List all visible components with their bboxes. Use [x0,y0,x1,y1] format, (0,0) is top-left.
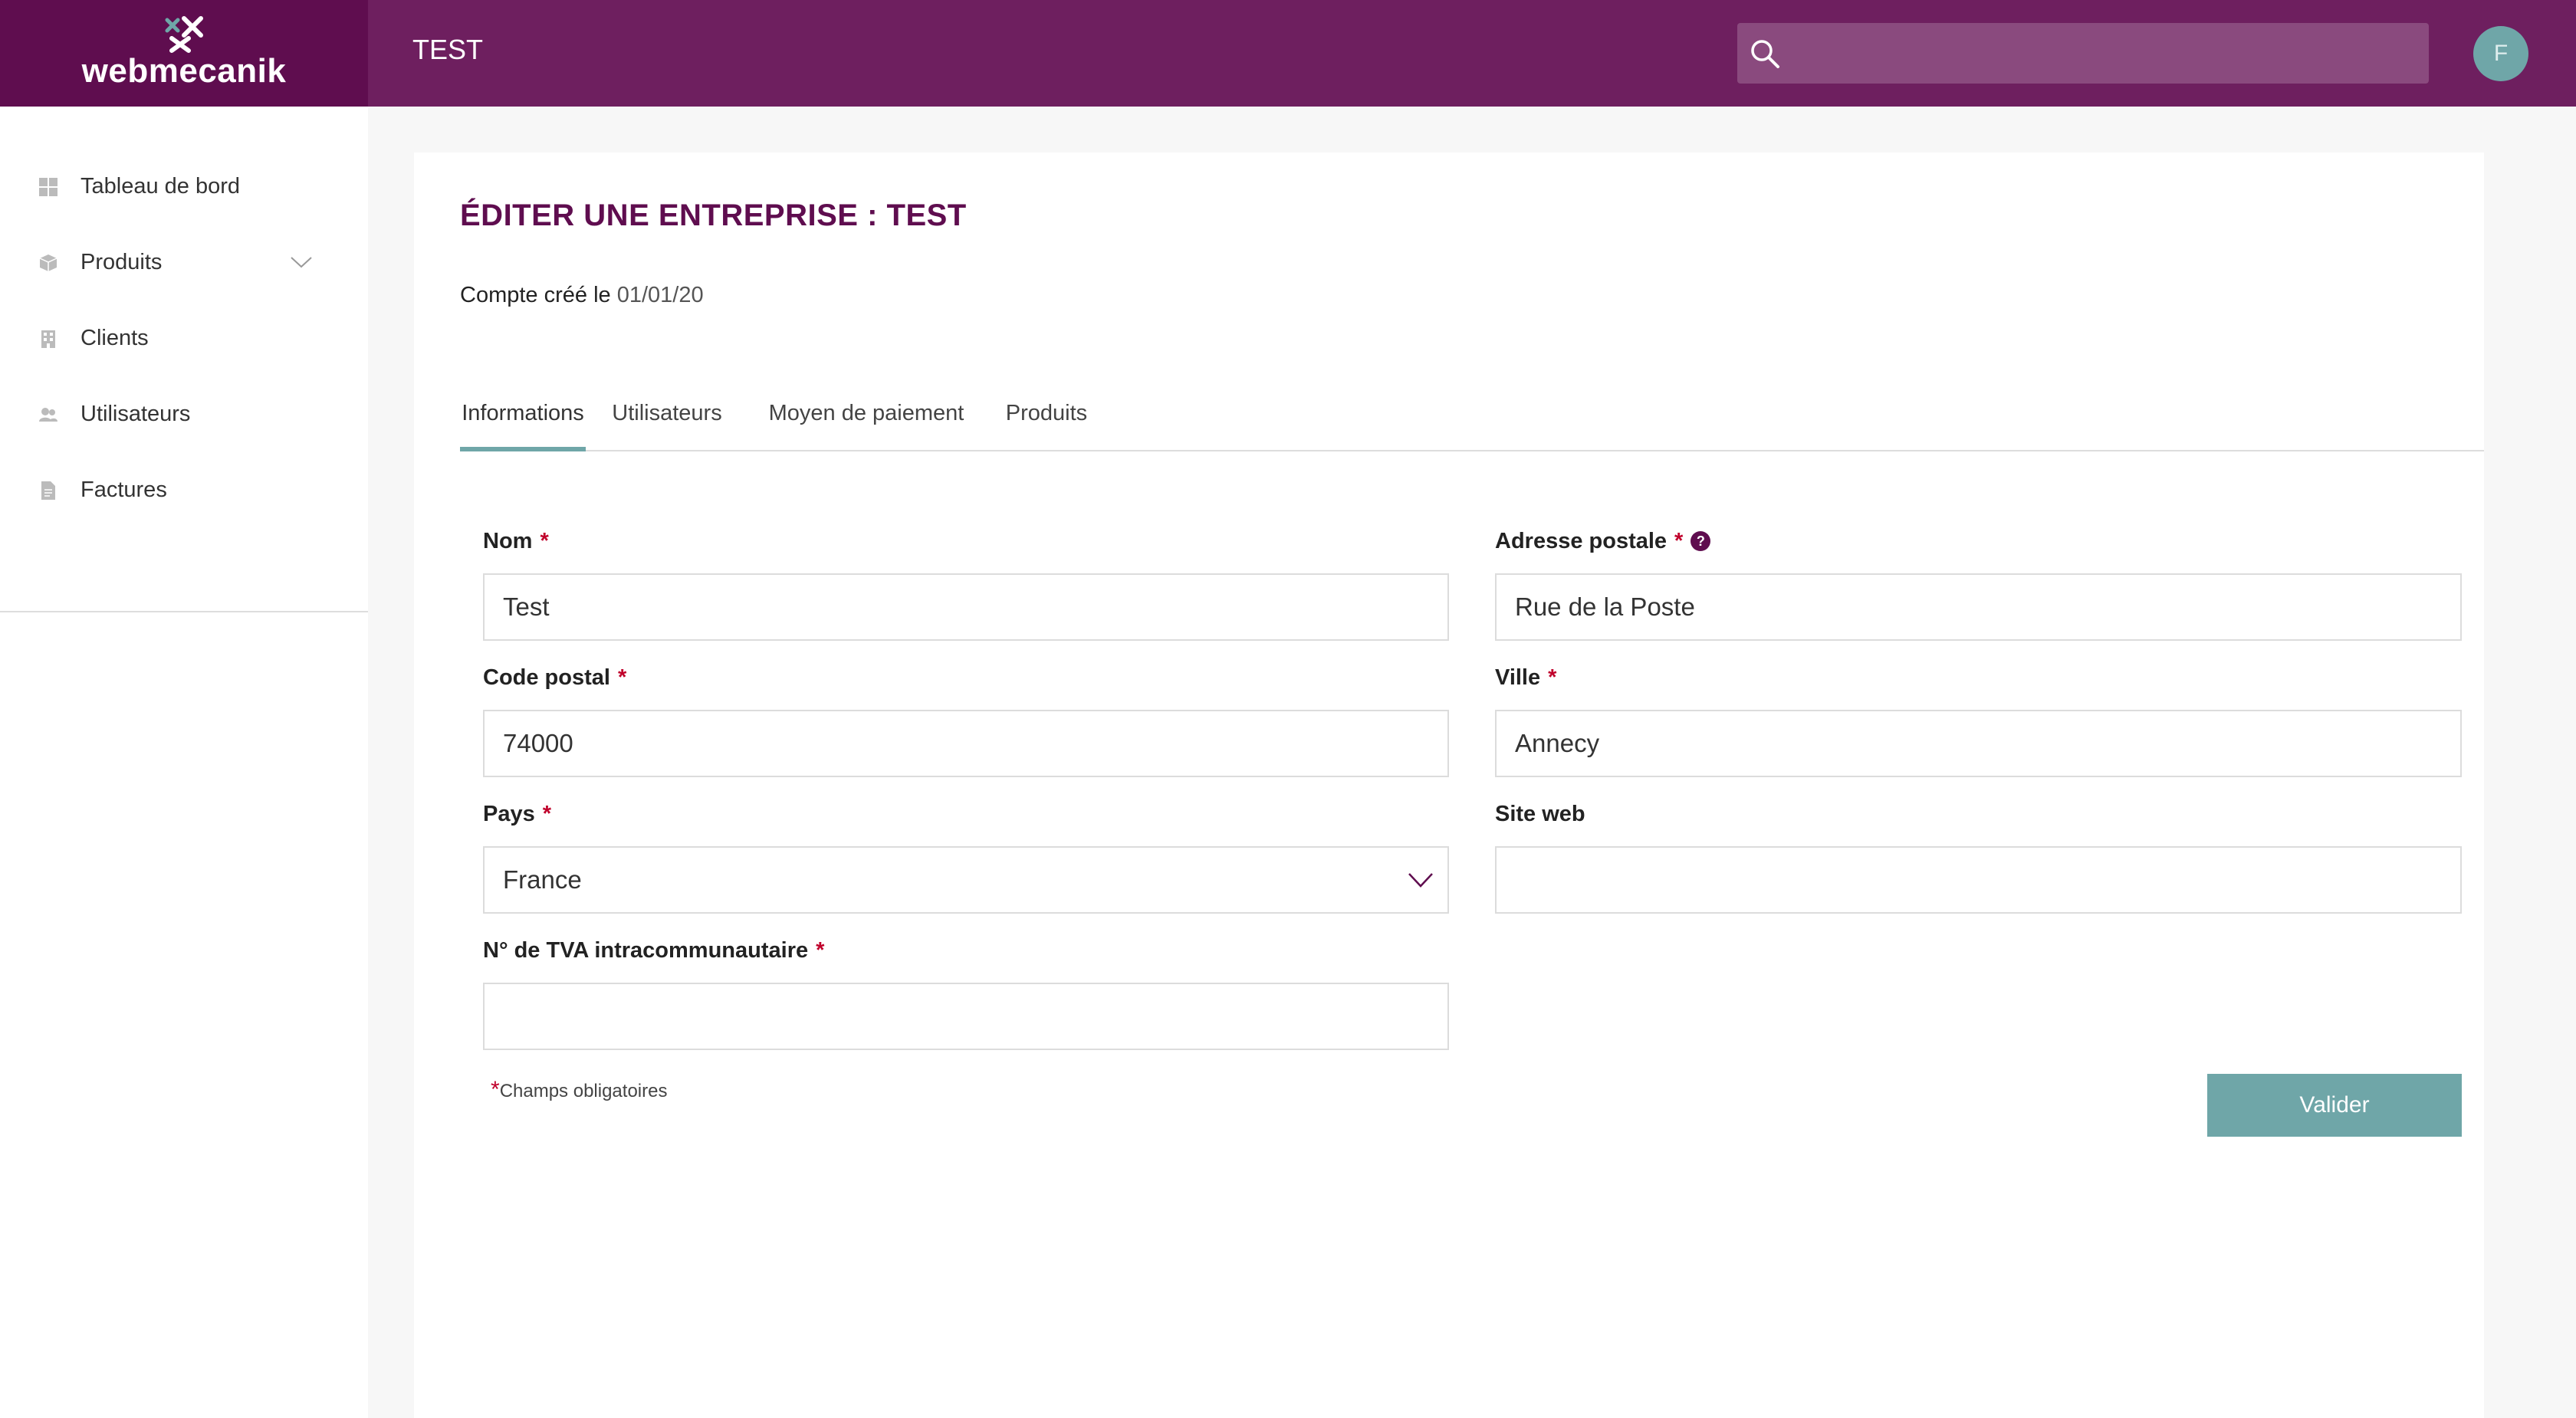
sidebar-item-dashboard[interactable]: Tableau de bord [0,160,368,214]
users-icon [39,408,58,422]
page-title: ÉDITER UNE ENTREPRISE : TEST [460,199,967,232]
tab-utilisateurs[interactable]: Utilisateurs [598,389,736,451]
submit-button[interactable]: Valider [2207,1074,2462,1137]
adresse-label: Adresse postale *? [1495,529,1711,554]
tab-bar: Informations Utilisateurs Moyen de paiem… [460,389,2484,451]
required-marker: * [816,938,825,963]
chevron-down-icon[interactable] [290,253,313,271]
sidebar-item-label: Produits [80,250,163,274]
code-postal-field[interactable] [483,710,1449,777]
building-icon [41,330,55,348]
tab-produits[interactable]: Produits [997,389,1096,451]
sidebar-item-label: Tableau de bord [80,174,240,199]
tva-field[interactable] [483,983,1449,1050]
dashboard-icon [39,178,58,196]
created-date: 01/01/20 [616,283,704,307]
mandatory-note: *Champs obligatoires [491,1077,668,1102]
site-web-field[interactable] [1495,846,2462,914]
ville-field[interactable] [1495,710,2462,777]
sidebar-item-label: Factures [80,478,167,502]
tab-moyen-de-paiement[interactable]: Moyen de paiement [763,389,970,451]
pays-selected-value: France [503,865,582,894]
chevron-down-icon[interactable] [1408,871,1434,889]
account-created-info: Compte créé le 01/01/20 [460,283,704,308]
sidebar-item-label: Utilisateurs [80,402,191,426]
logo-mark-icon [165,16,203,53]
required-marker: * [617,665,627,690]
avatar[interactable]: F [2473,26,2528,81]
tab-informations[interactable]: Informations [460,389,586,451]
sidebar-item-factures[interactable]: Factures [0,464,368,517]
adresse-field[interactable] [1495,573,2462,641]
logo[interactable]: webmecanik [0,0,368,107]
help-icon[interactable]: ? [1691,531,1711,551]
required-marker: * [1674,529,1684,553]
search-icon [1751,40,1779,68]
sidebar-item-label: Clients [80,326,149,350]
box-icon [39,254,58,271]
main-card: ÉDITER UNE ENTREPRISE : TEST Compte créé… [414,153,2484,1418]
pays-label: Pays * [483,802,552,826]
ville-label: Ville * [1495,665,1557,690]
sidebar-item-produits[interactable]: Produits [0,236,368,290]
required-marker: * [542,802,552,826]
search-bar[interactable] [1737,23,2429,84]
pays-select[interactable]: France [483,846,1449,914]
created-label: Compte créé le [460,283,611,307]
sidebar-menu: Tableau de bord Produits Clients Utilisa… [0,160,368,612]
required-marker: * [540,529,549,553]
sidebar: Tableau de bord Produits Clients Utilisa… [0,107,368,1418]
document-icon [41,481,55,500]
logo-text: webmecanik [81,52,287,90]
sidebar-item-clients[interactable]: Clients [0,312,368,366]
tva-label: N° de TVA intracommunautaire * [483,938,825,963]
sidebar-item-utilisateurs[interactable]: Utilisateurs [0,388,368,441]
page-label: TEST [412,34,484,65]
site-web-label: Site web [1495,802,1585,826]
nom-field[interactable] [483,573,1449,641]
required-marker: * [491,1077,500,1102]
top-bar: webmecanik TEST F [0,0,2576,107]
required-marker: * [1548,665,1557,690]
code-postal-label: Code postal * [483,665,627,690]
nom-label: Nom * [483,529,549,553]
